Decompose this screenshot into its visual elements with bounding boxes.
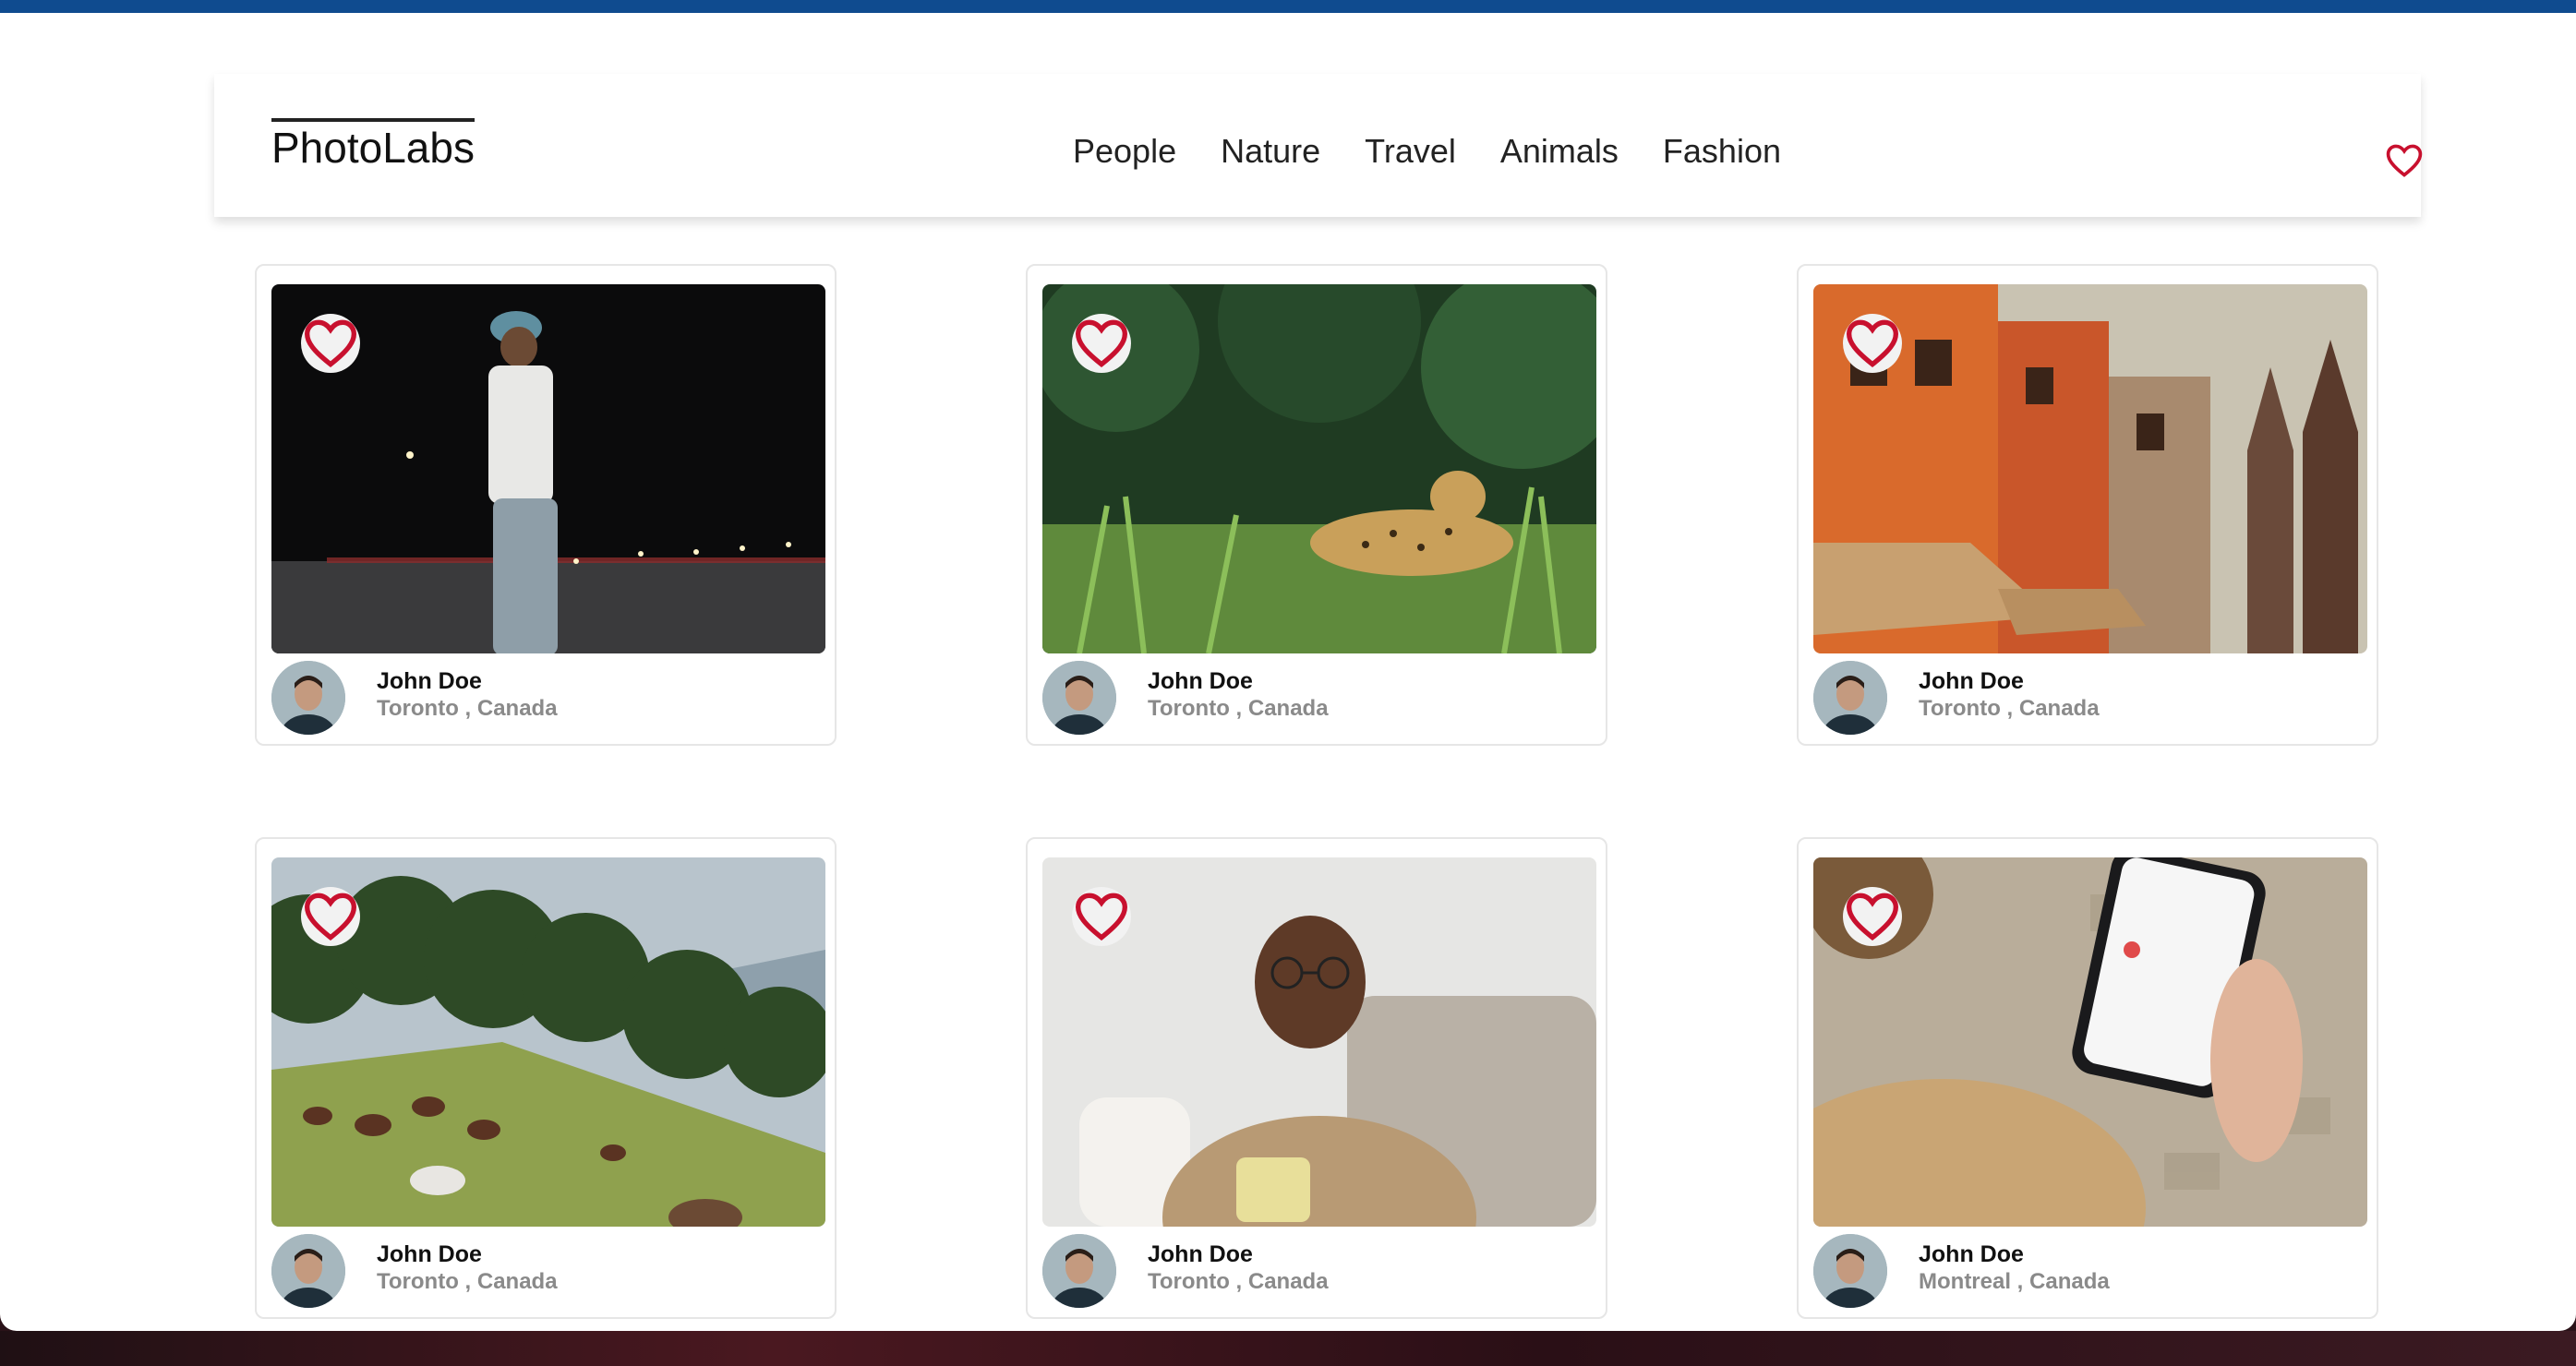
avatar bbox=[1042, 1234, 1116, 1308]
photo-card[interactable]: John Doe Toronto , Canada bbox=[255, 837, 837, 1319]
topic-nature[interactable]: Nature bbox=[1221, 131, 1320, 172]
photographer-name: John Doe bbox=[1919, 668, 2024, 694]
avatar bbox=[1813, 661, 1887, 735]
photographer-name: John Doe bbox=[1148, 668, 1253, 694]
photo-card[interactable]: John Doe Montreal , Canada bbox=[1797, 837, 2378, 1319]
photo-card[interactable]: John Doe Toronto , Canada bbox=[255, 264, 837, 746]
heart-outline-icon bbox=[1846, 893, 1899, 941]
photographer-name: John Doe bbox=[377, 668, 482, 694]
topic-people[interactable]: People bbox=[1073, 131, 1176, 172]
photo-image[interactable] bbox=[271, 857, 825, 1227]
photo-image[interactable] bbox=[1813, 857, 2367, 1227]
desktop-background bbox=[0, 1331, 2576, 1366]
photo-location: Toronto , Canada bbox=[1148, 696, 1329, 721]
heart-outline-icon bbox=[304, 893, 357, 941]
photo-location: Toronto , Canada bbox=[1919, 696, 2100, 721]
avatar bbox=[271, 661, 345, 735]
photo-card[interactable]: John Doe Toronto , Canada bbox=[1797, 264, 2378, 746]
like-button[interactable] bbox=[301, 887, 360, 946]
photographer-name: John Doe bbox=[1148, 1241, 1253, 1267]
top-navigation-bar: PhotoLabs People Nature Travel Animals F… bbox=[214, 74, 2423, 217]
topic-fashion[interactable]: Fashion bbox=[1663, 131, 1781, 172]
logo[interactable]: PhotoLabs bbox=[271, 118, 475, 170]
like-button[interactable] bbox=[1072, 887, 1131, 946]
like-button[interactable] bbox=[1072, 314, 1131, 373]
photo-location: Montreal , Canada bbox=[1919, 1269, 2110, 1294]
photo-image[interactable] bbox=[1813, 284, 2367, 653]
like-button[interactable] bbox=[301, 314, 360, 373]
heart-outline-icon bbox=[304, 319, 357, 368]
photo-image[interactable] bbox=[271, 284, 825, 653]
browser-top-bar bbox=[0, 0, 2576, 13]
like-button[interactable] bbox=[1843, 887, 1902, 946]
heart-outline-icon bbox=[1846, 319, 1899, 368]
heart-outline-icon bbox=[1075, 893, 1128, 941]
avatar bbox=[1042, 661, 1116, 735]
page: PhotoLabs People Nature Travel Animals F… bbox=[0, 13, 2576, 1331]
photo-image[interactable] bbox=[1042, 857, 1596, 1227]
favourites-heart-icon[interactable] bbox=[2384, 140, 2425, 181]
topic-list: People Nature Travel Animals Fashion bbox=[1073, 131, 1781, 172]
photo-location: Toronto , Canada bbox=[377, 1269, 558, 1294]
topic-travel[interactable]: Travel bbox=[1365, 131, 1456, 172]
photo-location: Toronto , Canada bbox=[377, 696, 558, 721]
avatar bbox=[271, 1234, 345, 1308]
photo-image[interactable] bbox=[1042, 284, 1596, 653]
photo-card[interactable]: John Doe Toronto , Canada bbox=[1026, 264, 1607, 746]
avatar bbox=[1813, 1234, 1887, 1308]
photo-card[interactable]: John Doe Toronto , Canada bbox=[1026, 837, 1607, 1319]
photographer-name: John Doe bbox=[377, 1241, 482, 1267]
heart-outline-icon bbox=[1075, 319, 1128, 368]
photo-location: Toronto , Canada bbox=[1148, 1269, 1329, 1294]
photographer-name: John Doe bbox=[1919, 1241, 2024, 1267]
topic-animals[interactable]: Animals bbox=[1500, 131, 1619, 172]
like-button[interactable] bbox=[1843, 314, 1902, 373]
